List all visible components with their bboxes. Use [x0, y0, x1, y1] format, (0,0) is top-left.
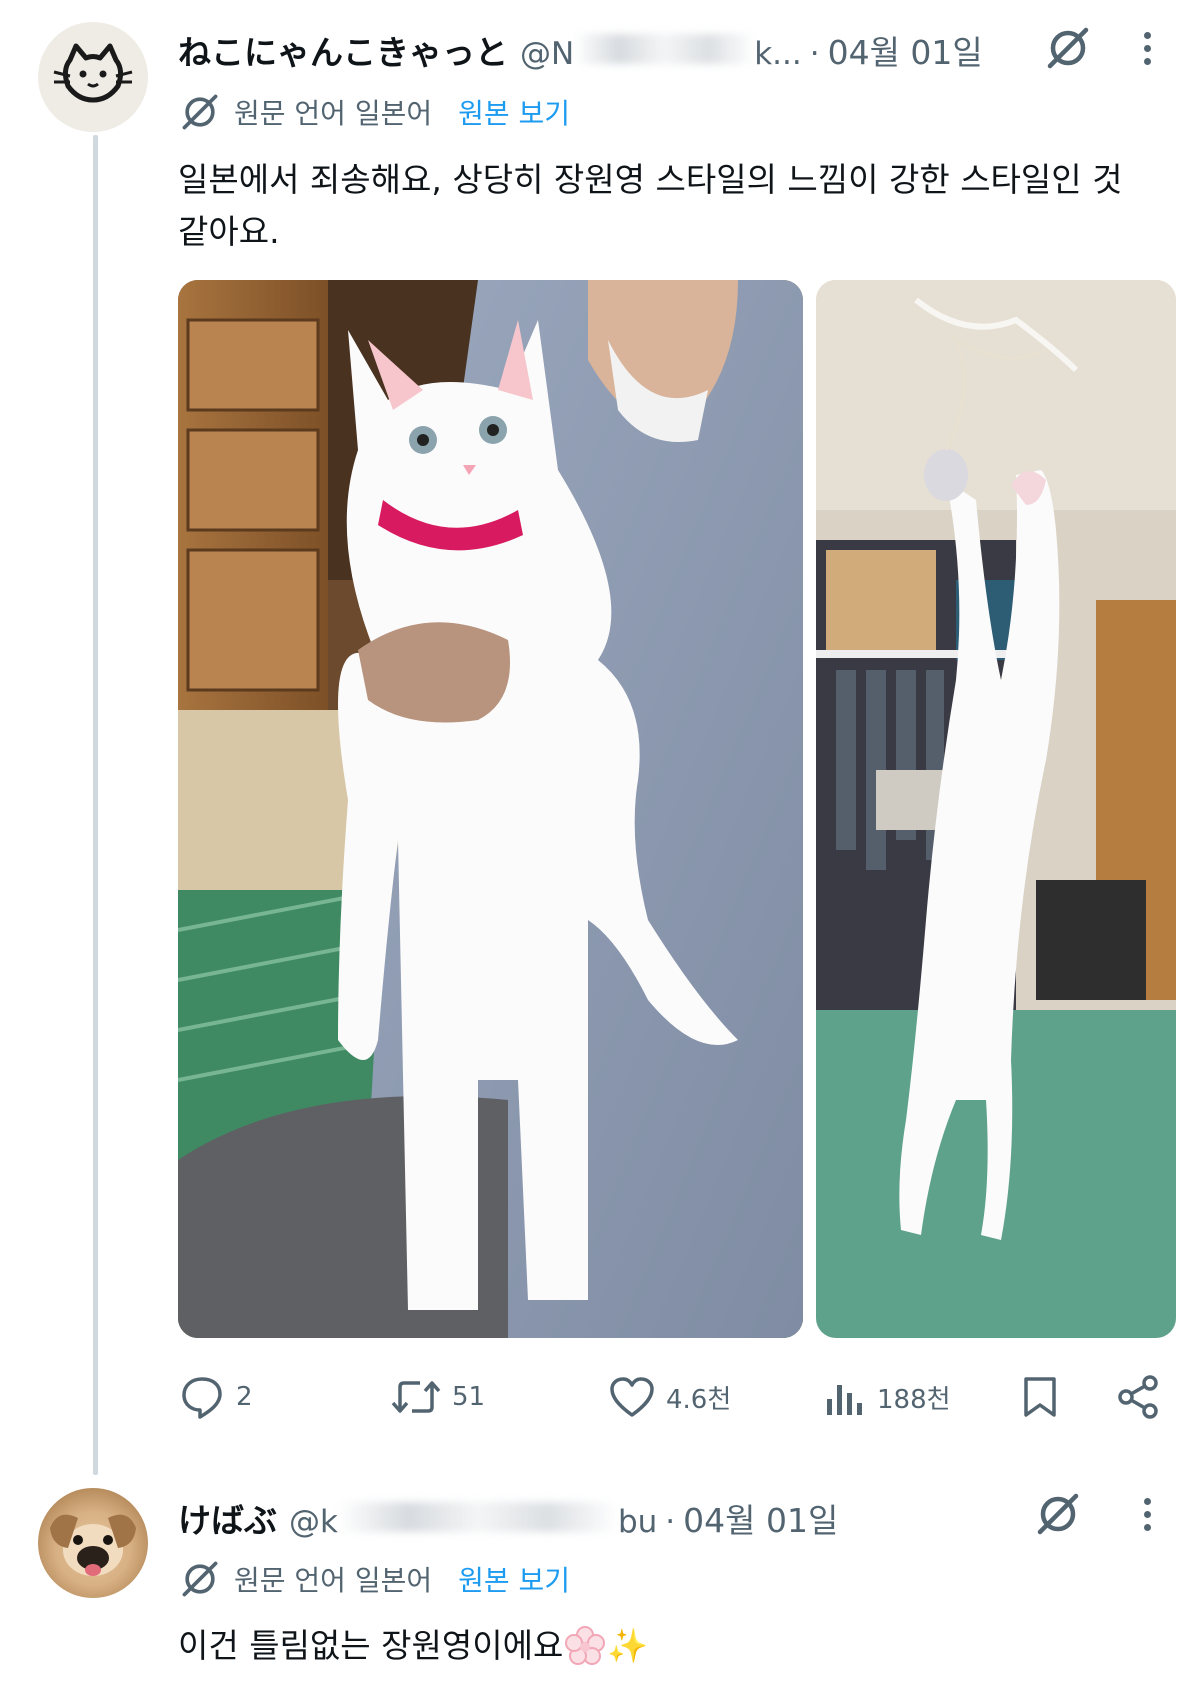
- share-icon: [1118, 1375, 1158, 1419]
- views-button[interactable]: 188천: [823, 1367, 951, 1427]
- post-date[interactable]: 04월 01일: [828, 26, 983, 74]
- repost-count: 51: [452, 1382, 486, 1412]
- grok-button[interactable]: [1042, 22, 1094, 74]
- post-date[interactable]: 04월 01일: [683, 1494, 838, 1542]
- thread-line: [93, 135, 98, 1475]
- bookmark-button[interactable]: [1018, 1367, 1062, 1427]
- photo-cat-held-image: [178, 280, 803, 1338]
- more-icon: [1143, 31, 1151, 39]
- photo-cat-held[interactable]: [178, 280, 803, 1338]
- avatar[interactable]: [38, 1488, 148, 1598]
- more-options-button[interactable]: [1132, 1488, 1162, 1540]
- tweet-actions: 2 51 4.6천 188천: [178, 1367, 1178, 1427]
- tweet-text-line: 이건 틀림없는 장원영이에요: [178, 1626, 564, 1665]
- tweet-text-line: 같아요.: [178, 212, 280, 251]
- handle-redaction: [574, 34, 755, 64]
- display-name[interactable]: けばぶ: [178, 1494, 277, 1542]
- reply-count: 2: [236, 1382, 253, 1412]
- translate-icon: [182, 94, 218, 130]
- bookmark-icon: [1024, 1377, 1056, 1417]
- tweet-text-line: 일본에서 죄송해요, 상당히 장원영 스타일의 느낌이 강한 스타일인 것: [178, 160, 1123, 199]
- user-handle-tail: bu: [617, 1504, 658, 1540]
- user-handle-tail: k...: [754, 36, 802, 72]
- more-options-button[interactable]: [1132, 22, 1162, 74]
- tweet-header: けばぶ @k bu · 04월 01일: [178, 1494, 838, 1542]
- like-button[interactable]: 4.6천: [608, 1367, 731, 1427]
- views-icon: [827, 1385, 862, 1415]
- like-icon: [610, 1377, 654, 1417]
- sparkles-emoji-icon: ✨: [607, 1626, 649, 1665]
- translation-row: 원문 언어 일본어 원본 보기: [178, 90, 570, 134]
- cat-doodle-avatar-icon: [53, 43, 133, 103]
- tweet-header: ねこにゃんこきゃっと @N k... · 04월 01일: [178, 26, 983, 74]
- handle-redaction: [337, 1502, 618, 1532]
- show-original-link[interactable]: 원본 보기: [458, 92, 570, 132]
- translation-row: 원문 언어 일본어 원본 보기: [178, 1557, 570, 1601]
- share-button[interactable]: [1114, 1367, 1162, 1427]
- tweet-text: 일본에서 죄송해요, 상당히 장원영 스타일의 느낌이 강한 스타일인 것 같아…: [178, 154, 1168, 258]
- separator: ·: [665, 1504, 676, 1540]
- grok-icon: [1047, 27, 1089, 69]
- grok-icon: [1037, 1493, 1079, 1535]
- repost-button[interactable]: 51: [390, 1367, 485, 1427]
- grok-button[interactable]: [1032, 1488, 1084, 1540]
- translation-label: 원문 언어 일본어: [234, 97, 433, 130]
- reply-button[interactable]: 2: [178, 1367, 253, 1427]
- separator: ·: [809, 36, 820, 72]
- translation-label: 원문 언어 일본어: [234, 1564, 433, 1597]
- reply-icon: [182, 1377, 222, 1419]
- display-name[interactable]: ねこにゃんこきゃっと: [178, 26, 508, 74]
- show-original-link[interactable]: 원본 보기: [458, 1559, 570, 1599]
- photo-cat-stretching-image: [816, 280, 1176, 1338]
- pink-flower-emoji-icon: [565, 1626, 606, 1665]
- more-icon: [1143, 1497, 1151, 1505]
- repost-icon: [391, 1381, 441, 1413]
- user-handle[interactable]: @k: [289, 1504, 338, 1540]
- avatar[interactable]: [38, 22, 148, 132]
- view-count: 188천: [877, 1384, 951, 1415]
- photo-cat-stretching[interactable]: [816, 280, 1176, 1338]
- translate-icon: [182, 1561, 218, 1597]
- dog-avatar-icon: [50, 1514, 136, 1576]
- user-handle[interactable]: @N: [520, 36, 574, 72]
- tweet-text: 이건 틀림없는 장원영이에요 ✨: [178, 1620, 1168, 1672]
- like-count: 4.6천: [666, 1384, 732, 1415]
